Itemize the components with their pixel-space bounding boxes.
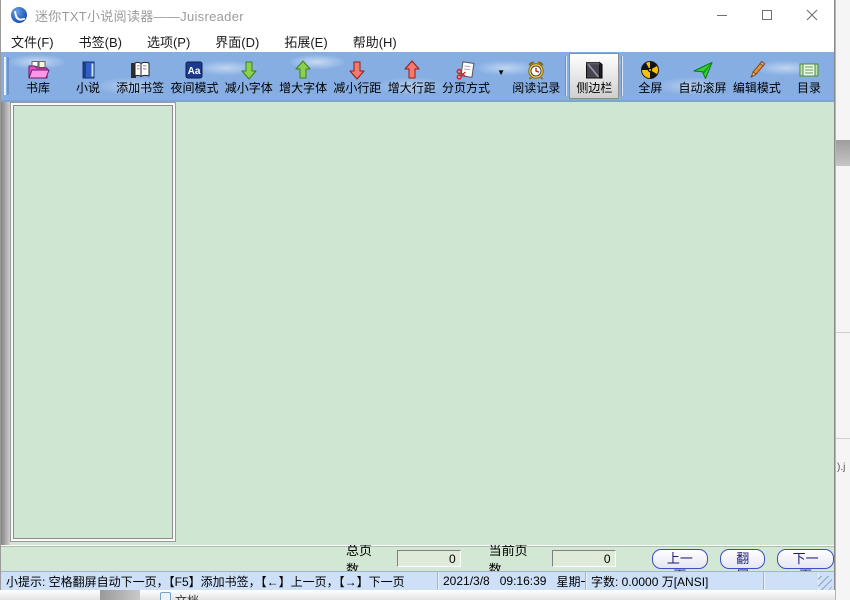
next-page-button[interactable]: 下一页	[777, 548, 834, 583]
background-scrollbar-fragment	[836, 140, 850, 166]
toolbar-label: 减小行距	[333, 80, 382, 95]
toolbar-label: 侧边栏	[576, 80, 613, 95]
toolbar-label: 目录	[797, 80, 822, 95]
toolbar-label: 自动滚屏	[678, 80, 727, 95]
toolbar-label: 全屏	[638, 80, 663, 95]
minimize-button[interactable]	[699, 0, 744, 30]
status-bar: 小提示: 空格翻屏自动下一页，【F5】添加书签，【←】上一页，【→】下一页 20…	[1, 571, 834, 590]
edit-mode-icon	[746, 59, 768, 81]
toolbar-edit-mode-button[interactable]: 编辑模式	[730, 53, 784, 99]
status-weekday: 星期一	[556, 574, 585, 589]
fullscreen-icon	[639, 59, 661, 81]
app-window: 迷你TXT小说阅读器——Juisreader 文件(F) 书签(B) 选项(P)…	[0, 0, 835, 590]
toolbar-add-bookmark-button[interactable]: 添加书签	[113, 53, 167, 99]
status-tip: 小提示: 空格翻屏自动下一页，【F5】添加书签，【←】上一页，【→】下一页	[1, 572, 438, 590]
decrease-linespacing-icon	[346, 59, 368, 81]
status-word-count: 字数: 0.0000 万[ANSI]	[586, 572, 764, 590]
pagination-dropdown-icon[interactable]: ▼	[493, 68, 509, 77]
window-left-frame	[1, 102, 10, 545]
prev-page-button[interactable]: 上一页	[651, 548, 709, 583]
toolbar-separator	[565, 56, 568, 96]
toolbar-label: 减小字体	[224, 80, 273, 95]
toolbar-label: 分页方式	[442, 80, 491, 95]
content-area	[1, 102, 834, 545]
reading-history-icon	[525, 59, 547, 81]
toolbar-novel-button[interactable]: 小说	[63, 53, 113, 99]
background-divider	[836, 332, 850, 333]
sidebar-panel	[13, 105, 173, 539]
toolbar-label: 阅读记录	[512, 80, 561, 95]
background-window-right: ).j	[835, 0, 850, 600]
library-icon	[27, 59, 50, 81]
window-title: 迷你TXT小说阅读器——Juisreader	[35, 8, 244, 24]
toolbar-increase-linespacing-button[interactable]: 增大行距	[385, 53, 439, 99]
minimize-icon	[716, 9, 728, 21]
status-time: 09:16:39	[499, 574, 547, 588]
menu-extend[interactable]: 拓展(E)	[284, 32, 327, 51]
sidebar-icon	[583, 59, 605, 81]
resize-grip[interactable]	[818, 576, 832, 590]
status-date: 2021/3/8	[443, 574, 490, 588]
night-mode-icon: Aa	[183, 59, 205, 81]
menu-help[interactable]: 帮助(H)	[353, 32, 397, 51]
close-icon	[806, 9, 818, 21]
toolbar-label: 增大行距	[387, 80, 436, 95]
toolbar-label: 夜间模式	[170, 80, 219, 95]
background-doc-label: 文档	[175, 592, 199, 600]
document-icon	[160, 592, 171, 600]
decrease-font-icon	[238, 59, 260, 81]
toolbar: 书库 小说 添加书签 Aa 夜间模式 减小字体 增大字体 减小行距 增大行距 分…	[1, 52, 834, 100]
toolbar-label: 编辑模式	[732, 80, 781, 95]
background-window-bottom: 文档	[0, 590, 835, 600]
toolbar-label: 书库	[25, 80, 50, 95]
toolbar-library-button[interactable]: 书库	[13, 53, 63, 99]
menu-options[interactable]: 选项(P)	[147, 32, 190, 51]
total-pages-field[interactable]	[396, 550, 461, 567]
increase-linespacing-icon	[401, 59, 423, 81]
toolbar-fullscreen-button[interactable]: 全屏	[625, 53, 675, 99]
toolbar-decrease-linespacing-button[interactable]: 减小行距	[330, 53, 384, 99]
novel-icon	[77, 59, 99, 81]
increase-font-icon	[292, 59, 314, 81]
toolbar-sidebar-button[interactable]: 侧边栏	[569, 53, 620, 99]
toolbar-toc-button[interactable]: 目录	[784, 53, 834, 99]
svg-text:Aa: Aa	[188, 66, 201, 77]
close-button[interactable]	[789, 0, 834, 30]
screen: ).j 文档 迷你TXT小说阅读器——Juisreader	[0, 0, 850, 600]
maximize-button[interactable]	[744, 0, 789, 30]
current-page-field[interactable]	[551, 550, 616, 567]
status-filler	[764, 572, 818, 590]
menubar: 文件(F) 书签(B) 选项(P) 界面(D) 拓展(E) 帮助(H)	[1, 30, 834, 52]
toolbar-grip-handle[interactable]	[4, 57, 9, 95]
toolbar-label: 添加书签	[116, 80, 165, 95]
toc-icon	[798, 59, 820, 81]
toolbar-reading-history-button[interactable]: 阅读记录	[509, 53, 563, 99]
background-divider	[836, 438, 850, 439]
auto-scroll-icon	[692, 59, 714, 81]
menu-file[interactable]: 文件(F)	[11, 32, 54, 51]
pagination-mode-icon	[455, 59, 477, 81]
background-text-fragment: ).j	[837, 462, 846, 473]
toolbar-increase-font-button[interactable]: 增大字体	[276, 53, 330, 99]
background-doc-fragment: 文档	[160, 592, 199, 600]
maximize-icon	[761, 9, 773, 21]
pager-buttons: 上一页 翻屏 下一页	[651, 548, 834, 583]
flip-screen-button[interactable]: 翻屏	[720, 548, 766, 583]
app-icon	[11, 7, 27, 23]
menu-bookmark[interactable]: 书签(B)	[79, 32, 122, 51]
toolbar-auto-scroll-button[interactable]: 自动滚屏	[675, 53, 729, 99]
background-tab-fragment	[100, 590, 140, 600]
add-bookmark-icon	[129, 59, 151, 81]
status-datetime: 2021/3/8 09:16:39 星期一	[438, 572, 586, 590]
window-controls	[699, 0, 834, 30]
toolbar-separator	[621, 56, 624, 96]
toolbar-decrease-font-button[interactable]: 减小字体	[222, 53, 276, 99]
toolbar-pagination-mode-button[interactable]: 分页方式	[439, 53, 493, 99]
toolbar-label: 小说	[75, 80, 100, 95]
toolbar-label: 增大字体	[279, 80, 328, 95]
menu-ui[interactable]: 界面(D)	[215, 32, 259, 51]
titlebar: 迷你TXT小说阅读器——Juisreader	[1, 0, 834, 30]
pager-bar: 总页数 当前页数 上一页 翻屏 下一页	[1, 543, 834, 583]
toolbar-night-mode-button[interactable]: Aa 夜间模式	[167, 53, 221, 99]
